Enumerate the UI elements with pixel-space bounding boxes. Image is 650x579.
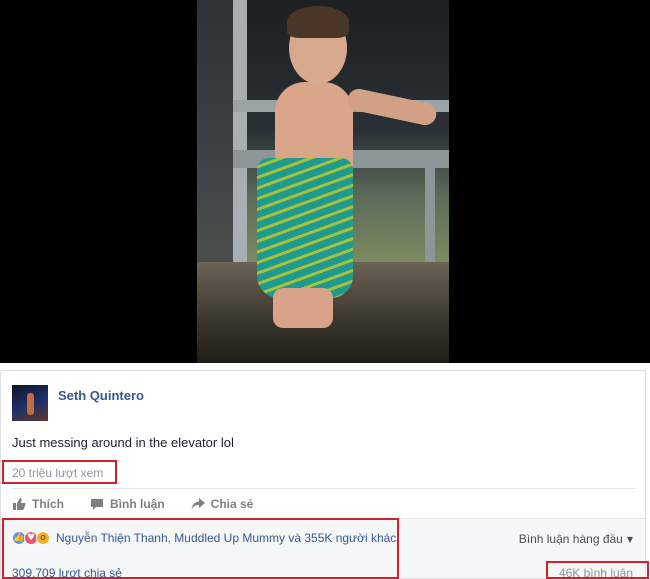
window-frame <box>425 168 435 268</box>
author-name[interactable]: Seth Quintero <box>58 388 144 403</box>
divider <box>12 488 636 489</box>
share-button[interactable]: Chia sẻ <box>191 497 254 511</box>
comment-button[interactable]: Bình luận <box>90 497 165 511</box>
towel <box>257 158 353 298</box>
comment-label: Bình luận <box>110 497 165 511</box>
highlight-box-views <box>2 460 117 484</box>
action-bar: Thích Bình luận Chia sẻ <box>12 495 279 513</box>
post-caption: Just messing around in the elevator lol <box>12 435 234 450</box>
comment-sort-label: Bình luận hàng đầu <box>518 532 623 546</box>
highlight-box-reactions <box>2 518 399 579</box>
highlight-box-comments <box>546 561 649 579</box>
boy-legs <box>273 288 333 328</box>
video-player[interactable] <box>0 0 650 363</box>
video-frame <box>197 0 449 363</box>
comment-sort-dropdown[interactable]: Bình luận hàng đầu ▼ <box>519 532 633 546</box>
avatar-figure <box>27 393 34 415</box>
caret-down-icon: ▼ <box>626 534 633 544</box>
avatar[interactable] <box>12 385 48 421</box>
share-label: Chia sẻ <box>210 497 254 511</box>
comment-icon <box>91 499 103 510</box>
like-label: Thích <box>32 497 64 511</box>
like-button[interactable]: Thích <box>12 497 64 511</box>
share-icon <box>191 498 205 510</box>
thumbs-up-icon <box>13 498 26 510</box>
window-frame <box>233 0 247 262</box>
boy-hair <box>287 6 349 38</box>
